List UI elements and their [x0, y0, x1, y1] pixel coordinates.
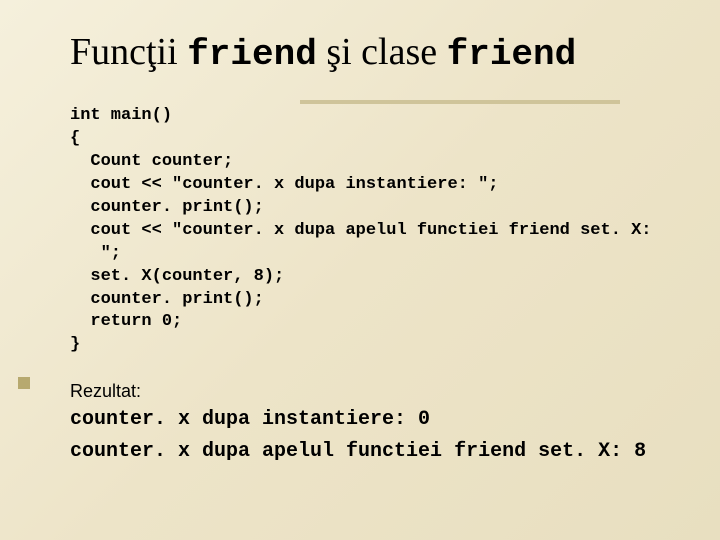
slide-content: Funcţii friend şi clase friend int main(… — [0, 0, 720, 488]
title-text-1: Funcţii — [70, 31, 187, 73]
code-block: int main() { Count counter; cout << "cou… — [70, 105, 660, 357]
result-line-1: counter. x dupa instantiere: 0 — [70, 404, 660, 436]
slide-title: Funcţii friend şi clase friend — [70, 30, 660, 75]
title-mono-1: friend — [187, 34, 317, 75]
title-mono-2: friend — [447, 34, 577, 75]
result-label: Rezultat: — [70, 381, 660, 402]
bullet-square — [18, 377, 30, 389]
result-line-2: counter. x dupa apelul functiei friend s… — [70, 436, 660, 468]
title-underline-accent — [300, 100, 620, 104]
title-text-2: şi clase — [317, 31, 447, 73]
